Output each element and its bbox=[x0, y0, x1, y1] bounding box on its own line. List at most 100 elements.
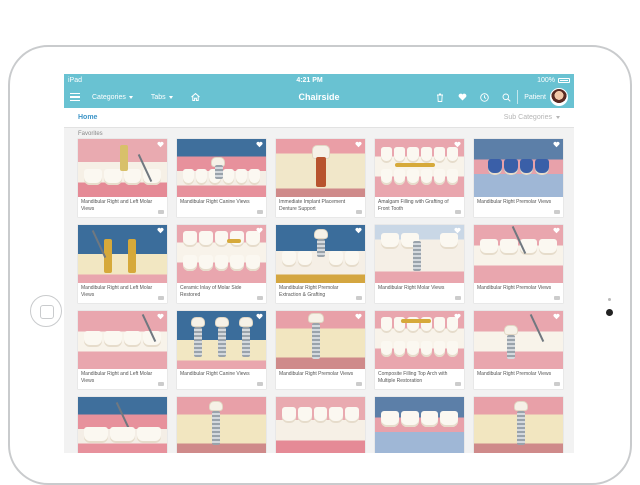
categories-dropdown[interactable]: Categories bbox=[92, 94, 133, 101]
video-card[interactable]: Mandibular Right Premolar Views bbox=[276, 311, 365, 389]
video-thumbnail bbox=[177, 225, 266, 283]
patient-button[interactable]: Patient bbox=[524, 88, 568, 106]
video-camera-icon bbox=[257, 382, 263, 386]
favorite-heart-icon[interactable] bbox=[256, 141, 263, 148]
app-screen: iPad 4:21 PM 100% Categories Tabs Chairs… bbox=[64, 74, 574, 453]
section-title: Favorites bbox=[78, 131, 103, 137]
video-caption: Mandibular Right Molar Views bbox=[375, 283, 464, 303]
video-card[interactable]: Mandibular Right Premolar Views bbox=[474, 139, 563, 217]
search-icon[interactable] bbox=[501, 92, 511, 102]
video-camera-icon bbox=[257, 296, 263, 300]
home-hardware-button[interactable] bbox=[30, 295, 62, 327]
favorite-heart-icon[interactable] bbox=[256, 313, 263, 320]
video-thumbnail bbox=[375, 225, 464, 283]
video-card[interactable]: Ceramic Inlay of Molar Side Restored bbox=[177, 225, 266, 303]
video-thumbnail bbox=[177, 397, 266, 453]
subcategories-label: Sub Categories bbox=[503, 114, 552, 121]
video-card[interactable]: Mandibular Right Premolar Views bbox=[474, 311, 563, 389]
favorite-heart-icon[interactable] bbox=[454, 141, 461, 148]
video-thumbnail bbox=[375, 311, 464, 369]
favorite-heart-icon[interactable] bbox=[157, 313, 164, 320]
favorite-heart-icon[interactable] bbox=[553, 141, 560, 148]
video-caption: Mandibular Right Premolar Extraction & G… bbox=[276, 283, 365, 303]
video-thumbnail bbox=[276, 139, 365, 197]
top-navbar: Categories Tabs Chairside Patient bbox=[64, 86, 574, 108]
menu-icon[interactable] bbox=[70, 93, 80, 101]
favorite-heart-icon[interactable] bbox=[157, 141, 164, 148]
video-card[interactable]: Composite Filling Top Arch with Multiple… bbox=[375, 311, 464, 389]
trash-icon[interactable] bbox=[435, 92, 445, 102]
clock-icon[interactable] bbox=[479, 92, 489, 102]
video-card[interactable] bbox=[375, 397, 464, 453]
video-caption: Mandibular Right and Left Molar Views bbox=[78, 197, 167, 217]
heart-icon[interactable] bbox=[457, 92, 467, 102]
video-camera-icon bbox=[455, 210, 461, 214]
video-card[interactable]: Mandibular Right Canine Views bbox=[177, 311, 266, 389]
video-card[interactable]: Mandibular Right and Left Molar Views bbox=[78, 225, 167, 303]
video-thumbnail bbox=[276, 397, 365, 453]
tabs-label: Tabs bbox=[150, 93, 166, 101]
favorite-heart-icon[interactable] bbox=[355, 313, 362, 320]
favorite-heart-icon[interactable] bbox=[553, 227, 560, 234]
video-thumbnail bbox=[78, 311, 167, 369]
video-card[interactable]: Mandibular Right and Left Molar Views bbox=[78, 311, 167, 389]
video-card[interactable]: Mandibular Right and Left Molar Views bbox=[78, 139, 167, 217]
video-caption: Mandibular Right Canine Views bbox=[177, 197, 266, 217]
video-thumbnail bbox=[78, 397, 167, 453]
video-caption: Amalgam Filling with Grafting of Front T… bbox=[375, 197, 464, 217]
divider bbox=[517, 90, 519, 104]
video-thumbnail bbox=[177, 139, 266, 197]
video-thumbnail bbox=[276, 311, 365, 369]
subcategories-dropdown[interactable]: Sub Categories bbox=[504, 114, 560, 121]
video-camera-icon bbox=[356, 210, 362, 214]
video-caption: Mandibular Right Premolar Views bbox=[474, 197, 563, 217]
video-card[interactable]: Mandibular Right Canine Views bbox=[177, 139, 266, 217]
battery-percent: 100% bbox=[537, 76, 555, 84]
video-thumbnail bbox=[375, 139, 464, 197]
video-card[interactable]: Amalgam Filling with Grafting of Front T… bbox=[375, 139, 464, 217]
video-thumbnail bbox=[474, 225, 563, 283]
chevron-down-icon bbox=[556, 116, 560, 119]
video-thumbnail bbox=[276, 225, 365, 283]
tabs-dropdown[interactable]: Tabs bbox=[151, 94, 173, 101]
sub-navbar: Home Sub Categories bbox=[64, 108, 574, 128]
video-camera-icon bbox=[356, 296, 362, 300]
favorite-heart-icon[interactable] bbox=[355, 141, 362, 148]
chevron-down-icon bbox=[128, 95, 133, 99]
video-card[interactable] bbox=[177, 397, 266, 453]
home-link[interactable]: Home bbox=[78, 114, 97, 121]
favorite-heart-icon[interactable] bbox=[553, 313, 560, 320]
video-card[interactable] bbox=[78, 397, 167, 453]
video-caption: Immediate Implant Placement Denture Supp… bbox=[276, 197, 365, 217]
video-card[interactable]: Mandibular Right Molar Views bbox=[375, 225, 464, 303]
favorite-heart-icon[interactable] bbox=[454, 227, 461, 234]
video-caption: Composite Filling Top Arch with Multiple… bbox=[375, 369, 464, 389]
favorites-grid: Mandibular Right and Left Molar Views Ma… bbox=[64, 139, 574, 453]
nav-actions bbox=[435, 92, 511, 102]
video-camera-icon bbox=[455, 296, 461, 300]
video-card[interactable]: Mandibular Right Premolar Extraction & G… bbox=[276, 225, 365, 303]
favorite-heart-icon[interactable] bbox=[355, 227, 362, 234]
video-caption: Mandibular Right and Left Molar Views bbox=[78, 283, 167, 303]
video-card[interactable] bbox=[474, 397, 563, 453]
camera-icon bbox=[606, 309, 613, 316]
video-card[interactable]: Immediate Implant Placement Denture Supp… bbox=[276, 139, 365, 217]
video-thumbnail bbox=[474, 311, 563, 369]
video-camera-icon bbox=[158, 296, 164, 300]
video-caption: Mandibular Right Premolar Views bbox=[474, 369, 563, 389]
home-icon[interactable] bbox=[190, 92, 200, 101]
battery-icon bbox=[557, 77, 570, 83]
video-camera-icon bbox=[554, 382, 560, 386]
video-camera-icon bbox=[554, 296, 560, 300]
favorite-heart-icon[interactable] bbox=[256, 227, 263, 234]
favorite-heart-icon[interactable] bbox=[454, 313, 461, 320]
video-card[interactable]: Mandibular Right Premolar Views bbox=[474, 225, 563, 303]
video-camera-icon bbox=[455, 382, 461, 386]
favorite-heart-icon[interactable] bbox=[157, 227, 164, 234]
video-camera-icon bbox=[257, 210, 263, 214]
categories-label: Categories bbox=[92, 93, 126, 101]
video-card[interactable] bbox=[276, 397, 365, 453]
video-camera-icon bbox=[158, 382, 164, 386]
video-caption: Mandibular Right Premolar Views bbox=[474, 283, 563, 303]
video-camera-icon bbox=[158, 210, 164, 214]
